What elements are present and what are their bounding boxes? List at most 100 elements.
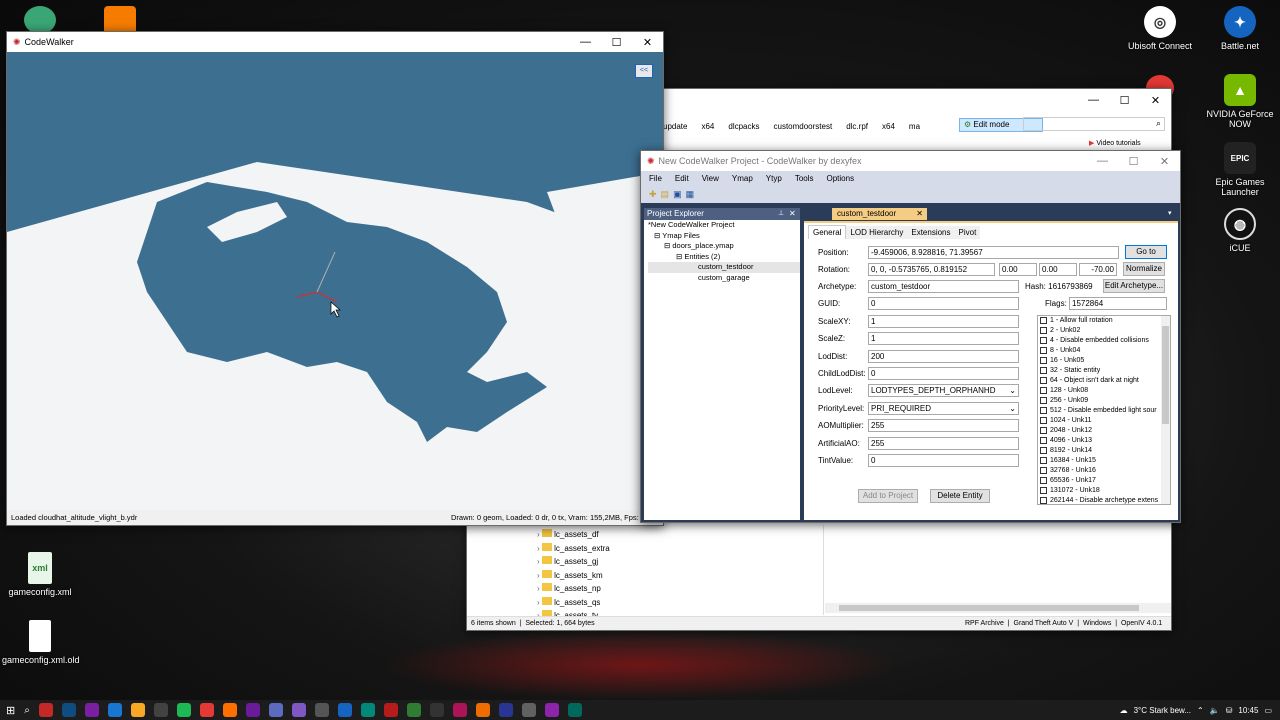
tray-chevron-icon[interactable]: ⌃ (1197, 706, 1204, 715)
notification-icon[interactable]: ▭ (1264, 706, 1272, 715)
priority-select[interactable]: PRI_REQUIRED ⌄ (868, 401, 1019, 415)
tree-item[interactable]: › lc_assets_km (537, 569, 827, 584)
task-icon[interactable] (61, 703, 76, 717)
flag-checkbox[interactable] (1040, 356, 1047, 364)
breadcrumb-item[interactable]: x64 (882, 122, 895, 131)
tree-item[interactable]: › lc_assets_gj (537, 556, 827, 570)
tree-item[interactable]: › lc_assets_extra (537, 542, 827, 557)
flags-checklist[interactable]: 1 - Allow full rotation 2 - Unk02 4 - Disa… (1037, 315, 1171, 505)
tree-entities[interactable]: ⊟ Entities (2) (648, 252, 800, 263)
flag-checkbox[interactable] (1040, 496, 1047, 504)
flag-checkbox[interactable] (1040, 466, 1047, 474)
flag-checkbox[interactable] (1040, 486, 1047, 494)
document-tab[interactable]: custom_testdoor ✕ (832, 208, 927, 220)
task-icon[interactable] (107, 703, 122, 717)
flag-item[interactable]: 131072 - Unk18 (1038, 486, 1162, 496)
desktop-icon-epic[interactable]: EPIC Epic Games Launcher (1202, 142, 1278, 197)
flag-checkbox[interactable] (1040, 406, 1047, 414)
open-icon[interactable]: ▤ (661, 189, 670, 200)
tab-extensions[interactable]: Extensions (907, 226, 955, 239)
tree-item[interactable]: › lc_assets_df (537, 529, 827, 543)
flag-item[interactable]: 2 - Unk02 (1038, 326, 1162, 336)
flag-checkbox[interactable] (1040, 386, 1047, 394)
task-icon[interactable] (383, 703, 398, 717)
save-all-icon[interactable]: ▦ (686, 189, 695, 200)
task-icon[interactable] (521, 703, 536, 717)
flags-scrollbar[interactable] (1161, 316, 1170, 504)
normalize-button[interactable]: Normalize (1123, 262, 1165, 276)
desktop-icon-icue[interactable]: ◍ iCUE (1202, 208, 1278, 253)
start-icon[interactable]: ⊞ (6, 704, 15, 717)
menu-tools[interactable]: Tools (795, 174, 814, 183)
task-icon[interactable] (222, 703, 237, 717)
breadcrumb-item[interactable]: dlc.rpf (846, 122, 868, 131)
flag-item[interactable]: 65536 - Unk17 (1038, 476, 1162, 486)
loddist-input[interactable]: 200 (868, 349, 1019, 363)
flag-item[interactable]: 8 - Unk04 (1038, 346, 1162, 356)
flag-checkbox[interactable] (1040, 316, 1047, 324)
flag-item[interactable]: 256 - Unk09 (1038, 396, 1162, 406)
breadcrumb-item[interactable]: customdoorstest (774, 122, 833, 131)
archetype-input[interactable]: custom_testdoor (868, 279, 1019, 293)
flag-item[interactable]: 512 - Disable embedded light sour (1038, 406, 1162, 416)
breadcrumb-item[interactable]: x64 (701, 122, 714, 131)
tree-entity-selected[interactable]: custom_testdoor (648, 262, 800, 273)
flag-checkbox[interactable] (1040, 426, 1047, 434)
close-icon[interactable]: ✕ (1149, 155, 1180, 168)
clock[interactable]: 10:45 (1238, 706, 1258, 715)
task-icon[interactable] (153, 703, 168, 717)
explorer-search-input[interactable]: ⌕ (1023, 117, 1165, 131)
weather-text[interactable]: 3°C Stark bew... (1134, 706, 1191, 715)
breadcrumb-item[interactable]: ma (909, 122, 920, 131)
close-icon[interactable]: ✕ (916, 208, 923, 220)
scalexy-input[interactable]: 1 (868, 314, 1019, 328)
tree-ymap[interactable]: ⊟ doors_place.ymap (648, 241, 800, 252)
close-icon[interactable]: ✕ (632, 36, 663, 49)
flag-item[interactable]: 128 - Unk08 (1038, 386, 1162, 396)
rotation-y-stepper[interactable]: 0.00 (1039, 262, 1077, 276)
desktop-file-gameconfig-old[interactable]: gameconfig.xml.old (2, 620, 80, 665)
flag-item[interactable]: 262144 - Disable archetype extens (1038, 496, 1162, 504)
breadcrumb-item[interactable]: update (663, 122, 687, 131)
flag-item[interactable]: 64 - Object isn't dark at night (1038, 376, 1162, 386)
task-icon[interactable] (544, 703, 559, 717)
flag-checkbox[interactable] (1040, 456, 1047, 464)
lodlevel-select[interactable]: LODTYPES_DEPTH_ORPHANHD ⌄ (868, 383, 1019, 397)
ao-input[interactable]: 255 (868, 418, 1019, 432)
save-icon[interactable]: ▣ (673, 189, 682, 200)
tree-entity[interactable]: custom_garage (648, 273, 800, 284)
viewport-3d[interactable] (7, 52, 663, 510)
menu-file[interactable]: File (649, 174, 662, 183)
network-icon[interactable]: ⛁ (1226, 706, 1233, 715)
flag-checkbox[interactable] (1040, 326, 1047, 334)
task-icon[interactable] (567, 703, 582, 717)
rotation-input[interactable]: 0, 0, -0.5735765, 0.819152 (868, 262, 995, 276)
chevron-down-icon[interactable]: ▾ (1168, 209, 1172, 217)
pin-icon[interactable]: ⊥ (778, 208, 784, 220)
flag-item[interactable]: 32 - Static entity (1038, 366, 1162, 376)
desktop-icon-ubisoft[interactable]: ◎ Ubisoft Connect (1122, 6, 1198, 51)
rotation-x-stepper[interactable]: 0.00 (999, 262, 1037, 276)
flag-item[interactable]: 1024 - Unk11 (1038, 416, 1162, 426)
flag-checkbox[interactable] (1040, 376, 1047, 384)
scrollbar-thumb[interactable] (839, 605, 1139, 611)
flags-input[interactable]: 1572864 (1069, 296, 1167, 310)
desktop-icon-atom[interactable] (24, 6, 56, 34)
flag-item[interactable]: 4096 - Unk13 (1038, 436, 1162, 446)
menu-view[interactable]: View (702, 174, 719, 183)
position-input[interactable]: -9.459006, 8.928816, 71.39567 (868, 245, 1119, 259)
task-icon[interactable] (38, 703, 53, 717)
task-icon[interactable] (245, 703, 260, 717)
add-to-project-button[interactable]: Add to Project (858, 489, 918, 503)
tab-lod-hierarchy[interactable]: LOD Hierarchy (846, 226, 908, 239)
task-icon[interactable] (199, 703, 214, 717)
search-icon[interactable]: ⌕ (24, 705, 30, 716)
tree-item[interactable]: › lc_assets_qs (537, 596, 827, 611)
edit-archetype-button[interactable]: Edit Archetype... (1103, 279, 1165, 293)
flag-item[interactable]: 32768 - Unk16 (1038, 466, 1162, 476)
task-icon[interactable] (84, 703, 99, 717)
task-icon[interactable] (429, 703, 444, 717)
explorer-hscrollbar[interactable] (825, 603, 1171, 613)
artao-input[interactable]: 255 (868, 436, 1019, 450)
task-icon[interactable] (498, 703, 513, 717)
